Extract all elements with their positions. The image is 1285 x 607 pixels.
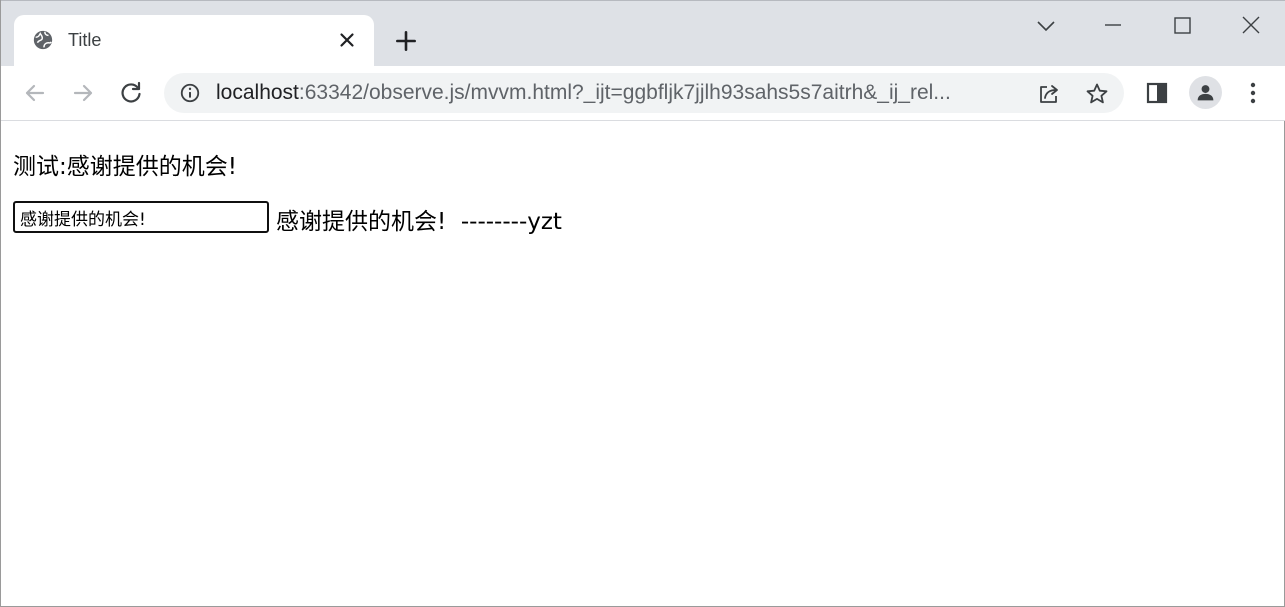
omnibox[interactable]: localhost:63342/observe.js/mvvm.html?_ij… <box>164 73 1124 113</box>
share-icon[interactable] <box>1036 81 1062 107</box>
page-content: 测试:感谢提供的机会! 感谢提供的机会! --------yzt <box>1 122 1285 607</box>
url-path: :63342/observe.js/mvvm.html?_ijt=ggbfljk… <box>298 81 951 104</box>
tab-close-icon[interactable] <box>336 29 358 51</box>
close-window-icon[interactable] <box>1236 11 1266 41</box>
toolbar: localhost:63342/observe.js/mvvm.html?_ij… <box>1 66 1285 121</box>
profile-avatar[interactable] <box>1189 76 1222 109</box>
url-text[interactable]: localhost:63342/observe.js/mvvm.html?_ij… <box>216 81 1016 105</box>
person-icon <box>1197 85 1214 101</box>
text-input[interactable] <box>13 201 269 233</box>
url-host: localhost <box>216 81 299 104</box>
arrow-right-icon[interactable] <box>69 79 97 107</box>
info-icon[interactable] <box>179 82 201 104</box>
reload-icon[interactable] <box>117 79 145 107</box>
minimize-icon[interactable] <box>1098 11 1128 41</box>
tab-active[interactable]: Title <box>14 15 374 67</box>
globe-icon <box>33 30 53 50</box>
browser-window: Title localhost:63342/observe.js/mvvm.ht… <box>0 0 1285 607</box>
star-icon[interactable] <box>1084 81 1110 107</box>
tab-strip: Title <box>1 0 1285 67</box>
maximize-icon[interactable] <box>1167 11 1197 41</box>
new-tab-icon[interactable] <box>393 28 419 54</box>
page-heading: 测试:感谢提供的机会! <box>13 154 237 180</box>
side-panel-icon[interactable] <box>1143 79 1171 107</box>
tab-title: Title <box>68 30 102 50</box>
mirror-text: 感谢提供的机会! --------yzt <box>276 209 562 235</box>
kebab-menu-icon[interactable] <box>1239 79 1267 107</box>
chevron-down-icon[interactable] <box>1031 11 1061 41</box>
arrow-left-icon[interactable] <box>21 79 49 107</box>
